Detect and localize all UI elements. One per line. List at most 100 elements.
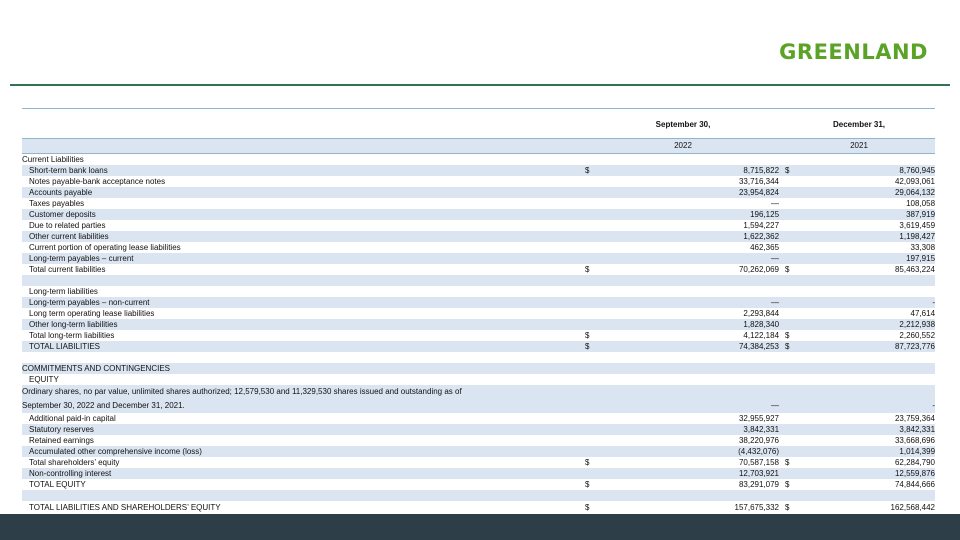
value-2021: 1,014,399 xyxy=(799,446,936,457)
value-2022: (4,432,076) xyxy=(599,446,784,457)
table-top-rule xyxy=(22,108,935,109)
table-row: Taxes payables — 108,058 xyxy=(22,198,935,209)
value-2022: — xyxy=(771,199,780,208)
table-row: Current portion of operating lease liabi… xyxy=(22,242,935,253)
currency-2021 xyxy=(783,363,800,374)
table-row: Other long-term liabilities 1,828,340 2,21… xyxy=(22,319,936,330)
table-row: Customer deposits 196,125 387,919 xyxy=(22,209,936,220)
row-label: Total long-term liabilities xyxy=(29,331,115,340)
value-2021 xyxy=(799,352,935,363)
value-2021: 3,842,331 xyxy=(799,424,936,435)
currency-2021 xyxy=(783,399,800,413)
row-label: TOTAL LIABILITIES xyxy=(22,341,583,352)
currency-2022 xyxy=(583,176,599,187)
row-label: Ordinary shares, no par value, unlimited… xyxy=(22,385,583,399)
greenland-logo: GREENLAND xyxy=(779,40,928,64)
currency-2021 xyxy=(783,468,800,479)
row-label: Long-term liabilities xyxy=(29,287,98,296)
currency-2022: $ xyxy=(583,341,599,352)
row-label: Additional paid-in capital xyxy=(29,414,116,423)
value-2021: 8,760,945 xyxy=(799,165,936,176)
currency-2022 xyxy=(583,363,599,374)
currency-2022 xyxy=(583,352,599,363)
currency-2022 xyxy=(583,209,599,220)
currency-2022 xyxy=(583,253,599,264)
currency-2022 xyxy=(583,374,599,385)
currency-2021 xyxy=(783,424,800,435)
value-2022: 8,715,822 xyxy=(599,165,784,176)
value-2022: 1,594,227 xyxy=(743,221,780,230)
header-col-dec-31: December 31, xyxy=(833,120,886,129)
row-label: September 30, 2022 and December 31, 2021… xyxy=(22,399,583,413)
value-2022: 1,622,362 xyxy=(599,231,784,242)
currency-2021 xyxy=(783,220,799,231)
row-label: Total current liabilities xyxy=(29,265,106,274)
value-2022 xyxy=(599,154,783,166)
value-2021 xyxy=(799,154,935,166)
currency-2021 xyxy=(783,176,799,187)
value-2021: 74,844,666 xyxy=(894,480,936,489)
currency-2021 xyxy=(783,308,799,319)
value-2022: 1,828,340 xyxy=(599,319,784,330)
value-2022: 70,587,158 xyxy=(738,458,780,467)
value-2022: — xyxy=(599,297,784,308)
header-rule xyxy=(10,84,950,86)
value-2021: 29,064,132 xyxy=(799,187,936,198)
value-2021 xyxy=(799,363,936,374)
table-row: Accounts payable 23,954,824 29,064,132 xyxy=(22,187,936,198)
row-label: Long-term payables – non-current xyxy=(22,297,583,308)
value-2021: 33,668,696 xyxy=(894,436,936,445)
value-2021 xyxy=(799,286,935,297)
value-2021: 87,723,776 xyxy=(799,341,936,352)
row-label xyxy=(22,352,583,363)
value-2021: 1,198,427 xyxy=(799,231,936,242)
value-2021: 62,284,790 xyxy=(894,458,936,467)
currency-2021: $ xyxy=(785,331,790,340)
value-2022: 23,954,824 xyxy=(599,187,784,198)
value-2022: 12,703,921 xyxy=(599,468,784,479)
currency-2021: $ xyxy=(785,265,790,274)
row-label: EQUITY xyxy=(29,375,59,384)
currency-2021: $ xyxy=(783,341,800,352)
currency-2022 xyxy=(583,385,599,399)
row-label xyxy=(22,275,583,286)
value-2021 xyxy=(799,275,936,286)
balance-sheet-table: September 30, December 31, 2022 2021 Cur… xyxy=(22,112,936,516)
table-row: Other current liabilities 1,622,362 1,198,… xyxy=(22,231,936,242)
table-row: Non-controlling interest 12,703,921 12,559… xyxy=(22,468,936,479)
currency-2021 xyxy=(783,319,800,330)
value-2022: — xyxy=(599,399,784,413)
row-label: Long term operating lease liabilities xyxy=(29,309,155,318)
currency-2021 xyxy=(783,198,799,209)
currency-2022 xyxy=(583,220,599,231)
currency-2022: $ xyxy=(583,165,599,176)
value-2022: — xyxy=(599,253,784,264)
value-2022 xyxy=(599,286,783,297)
value-2022 xyxy=(599,363,784,374)
table-row: Long term operating lease liabilities 2,2… xyxy=(22,308,935,319)
currency-2022 xyxy=(583,435,599,446)
currency-2022 xyxy=(583,187,599,198)
table-row: TOTAL LIABILITIES $74,384,253 $87,723,776 xyxy=(22,341,936,352)
currency-2022 xyxy=(583,399,599,413)
currency-2022 xyxy=(583,154,599,166)
currency-2022 xyxy=(583,231,599,242)
value-2022: 4,122,184 xyxy=(743,331,780,340)
value-2022: 70,262,069 xyxy=(738,265,780,274)
header-blank xyxy=(22,112,583,139)
value-2022: 32,955,927 xyxy=(738,414,780,423)
table-row: EQUITY xyxy=(22,374,935,385)
currency-2021 xyxy=(783,413,799,424)
value-2022: 2,293,844 xyxy=(743,309,780,318)
value-2021 xyxy=(799,490,936,501)
currency-2021: $ xyxy=(785,458,790,467)
table-row: September 30, 2022 and December 31, 2021… xyxy=(22,399,936,413)
value-2022 xyxy=(599,385,784,399)
currency-2022 xyxy=(583,490,599,501)
table-row: Accumulated other comprehensive income (… xyxy=(22,446,936,457)
year-col-2022: 2022 xyxy=(583,138,784,154)
currency-2021 xyxy=(783,209,800,220)
currency-2021: $ xyxy=(785,480,790,489)
value-2021: 33,308 xyxy=(910,243,936,252)
table-row: Total current liabilities $70,262,069 $85,… xyxy=(22,264,935,275)
